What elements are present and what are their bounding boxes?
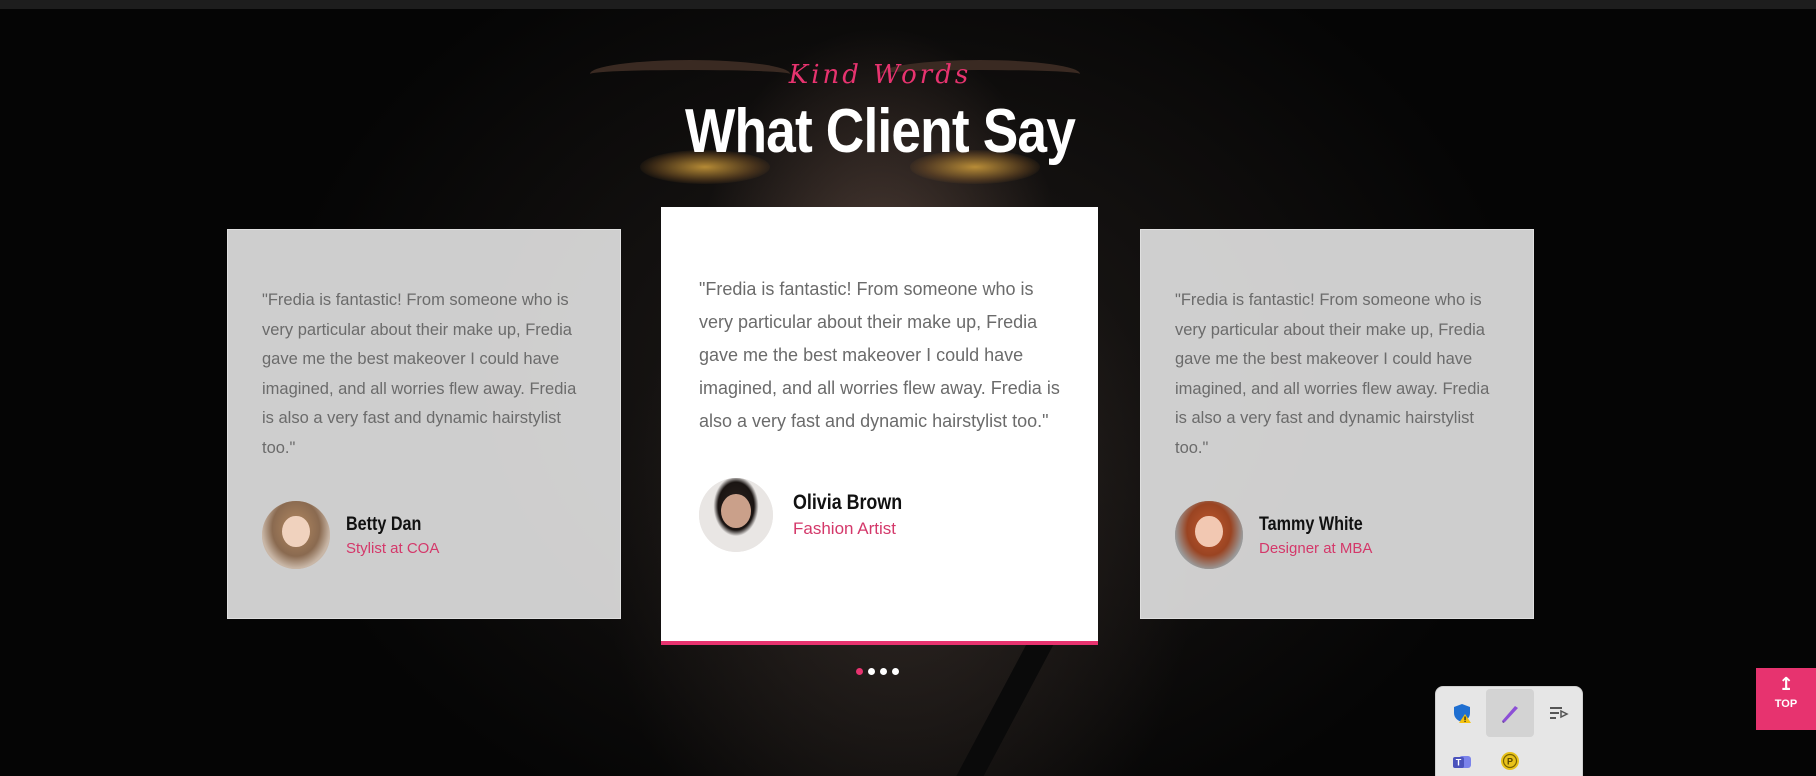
pen-icon[interactable]: [1486, 689, 1534, 737]
author-name: Olivia Brown: [793, 491, 903, 514]
testimonial-author: Tammy White Designer at MBA: [1175, 501, 1499, 569]
system-tray-overflow: T P: [1435, 686, 1583, 776]
chat-flag-icon[interactable]: [1534, 689, 1582, 737]
carousel-dot-2[interactable]: [868, 668, 875, 675]
badge-p-icon[interactable]: P: [1486, 737, 1534, 776]
avatar: [699, 478, 773, 552]
carousel-dot-3[interactable]: [880, 668, 887, 675]
svg-text:T: T: [1456, 758, 1462, 768]
author-role: Stylist at COA: [346, 539, 440, 557]
testimonial-card-right: "Fredia is fantastic! From someone who i…: [1140, 229, 1534, 619]
top-bar: [0, 0, 1816, 9]
author-role: Designer at MBA: [1259, 539, 1373, 557]
testimonial-card-center: "Fredia is fantastic! From someone who i…: [661, 207, 1098, 645]
author-name: Betty Dan: [346, 513, 422, 535]
carousel-pagination: [856, 668, 899, 675]
author-name: Tammy White: [1259, 513, 1363, 535]
testimonial-card-left: "Fredia is fantastic! From someone who i…: [227, 229, 621, 619]
teams-icon[interactable]: T: [1438, 737, 1486, 776]
section-kicker: Kind Words: [788, 60, 972, 90]
back-to-top-label: TOP: [1774, 698, 1798, 710]
testimonial-quote: "Fredia is fantastic! From someone who i…: [1175, 291, 1490, 457]
avatar: [262, 501, 330, 569]
section-title: What Client Say: [684, 97, 1076, 166]
carousel-dot-1[interactable]: [856, 668, 863, 675]
back-to-top-button[interactable]: ↥ TOP: [1756, 668, 1816, 730]
testimonial-author: Olivia Brown Fashion Artist: [699, 478, 1060, 552]
testimonials-section: Kind Words What Client Say "Fredia is fa…: [0, 0, 1816, 776]
arrow-up-icon: ↥: [1778, 674, 1794, 695]
svg-text:P: P: [1507, 757, 1513, 767]
shield-warning-icon[interactable]: [1438, 689, 1486, 737]
testimonial-author: Betty Dan Stylist at COA: [262, 501, 586, 569]
testimonial-quote: "Fredia is fantastic! From someone who i…: [262, 291, 577, 457]
carousel-dot-4[interactable]: [892, 668, 899, 675]
testimonial-quote: "Fredia is fantastic! From someone who i…: [699, 279, 1060, 431]
author-role: Fashion Artist: [793, 519, 896, 538]
avatar: [1175, 501, 1243, 569]
